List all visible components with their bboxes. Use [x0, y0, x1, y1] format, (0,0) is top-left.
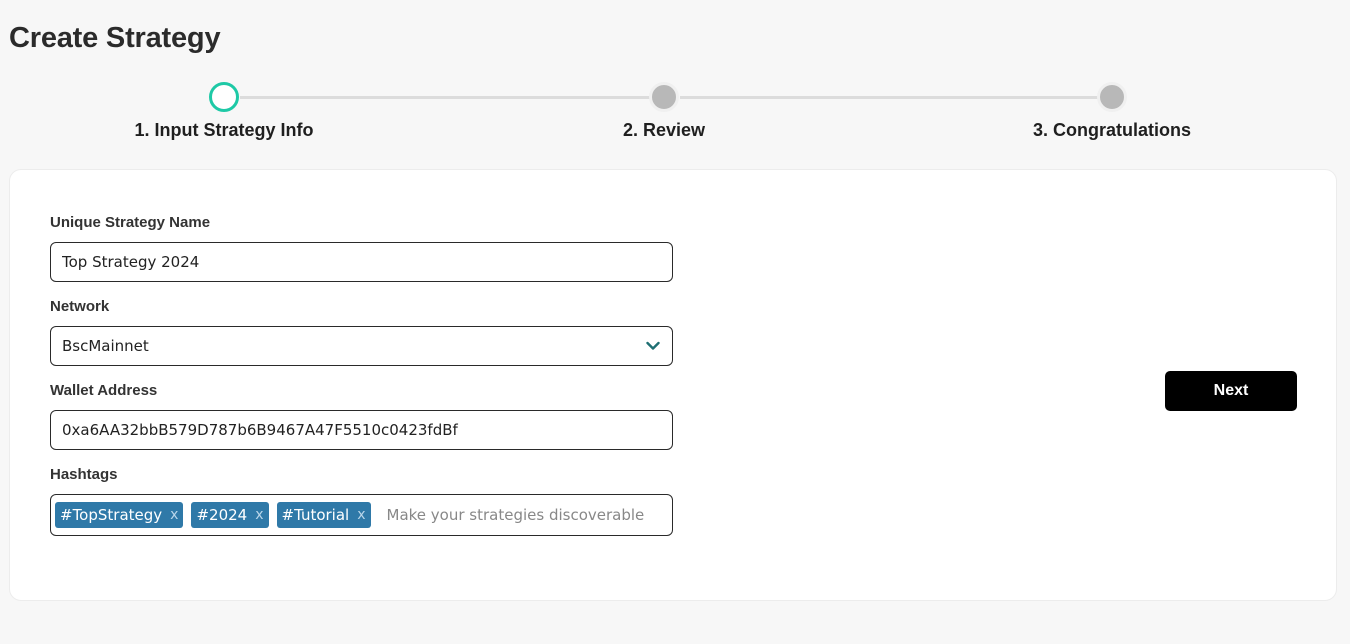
strategy-name-label: Unique Strategy Name — [50, 214, 211, 231]
stepper-line-1 — [240, 96, 650, 99]
next-button[interactable]: Next — [1165, 371, 1297, 411]
remove-tag-icon[interactable]: x — [255, 507, 263, 523]
remove-tag-icon[interactable]: x — [170, 507, 178, 523]
hashtag-input[interactable] — [386, 506, 668, 524]
hashtag-chip: #TopStrategy x — [55, 502, 184, 528]
hashtag-chip: #Tutorial x — [276, 502, 371, 528]
hashtag-chip: #2024 x — [191, 502, 269, 528]
wallet-address-input[interactable] — [62, 421, 661, 439]
network-selected-value: BscMainnet — [62, 337, 149, 355]
step-3-label: 3. Congratulations — [1032, 120, 1192, 140]
hashtags-field[interactable]: #TopStrategy x #2024 x #Tutorial x — [50, 494, 673, 536]
strategy-name-input[interactable] — [62, 253, 661, 271]
network-label: Network — [50, 298, 110, 315]
strategy-name-field[interactable] — [50, 242, 673, 282]
stepper-line-2 — [680, 96, 1098, 99]
step-1-indicator — [209, 82, 239, 112]
chevron-down-icon[interactable] — [645, 338, 661, 354]
step-3-indicator — [1097, 82, 1127, 112]
network-select[interactable]: BscMainnet — [50, 326, 673, 366]
step-1-label: 1. Input Strategy Info — [134, 120, 314, 140]
hashtag-text: #TopStrategy — [60, 506, 163, 524]
step-2-label: 2. Review — [622, 120, 706, 140]
hashtags-label: Hashtags — [50, 466, 118, 483]
page-title: Create Strategy — [9, 22, 221, 54]
remove-tag-icon[interactable]: x — [357, 507, 365, 523]
wallet-address-label: Wallet Address — [50, 382, 158, 399]
hashtag-text: #Tutorial — [281, 506, 350, 524]
hashtag-text: #2024 — [196, 506, 248, 524]
stepper: 1. Input Strategy Info 2. Review 3. Cong… — [0, 80, 1350, 150]
wallet-address-field[interactable] — [50, 410, 673, 450]
step-2-indicator — [649, 82, 679, 112]
strategy-form-card: Unique Strategy Name Network BscMainnet … — [9, 169, 1337, 601]
